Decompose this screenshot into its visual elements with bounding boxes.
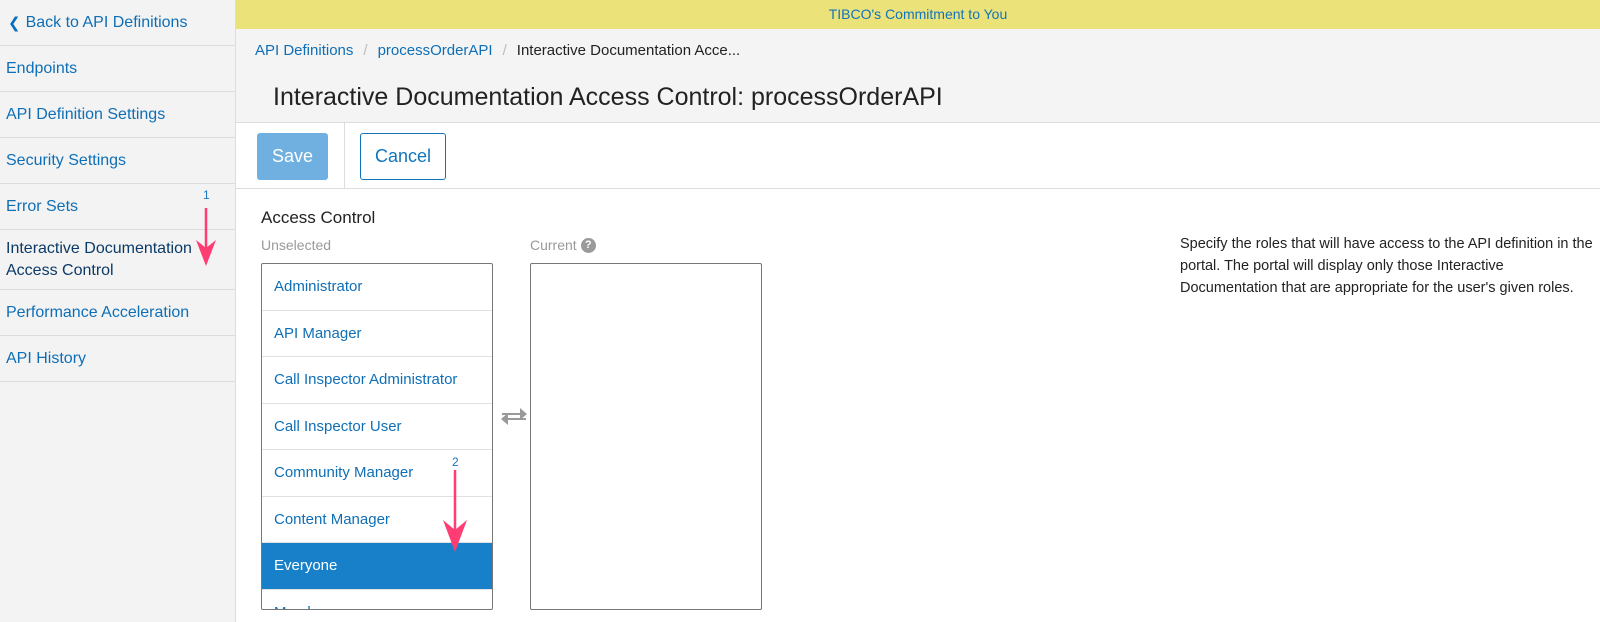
- sidebar-item-label: API History: [6, 349, 87, 367]
- sidebar-item-performance-acceleration[interactable]: Performance Acceleration: [0, 290, 235, 336]
- sidebar-item-endpoints[interactable]: Endpoints: [0, 46, 235, 92]
- list-item[interactable]: Administrator: [262, 264, 492, 311]
- current-label: Current: [530, 237, 577, 253]
- current-label-wrap: Current ?: [530, 237, 596, 253]
- list-item[interactable]: API Manager: [262, 311, 492, 357]
- sidebar-item-api-definition-settings[interactable]: API Definition Settings: [0, 92, 235, 138]
- breadcrumb-api-definitions[interactable]: API Definitions: [255, 42, 353, 59]
- commitment-banner[interactable]: TIBCO's Commitment to You: [236, 0, 1600, 29]
- toolbar: Save Cancel: [236, 123, 1600, 189]
- breadcrumb-separator: /: [363, 42, 368, 59]
- access-control-heading: Access Control: [261, 208, 376, 227]
- chevron-left-icon: ❮: [8, 14, 21, 32]
- sidebar-item-label: Endpoints: [6, 59, 78, 77]
- back-to-api-definitions-link[interactable]: ❮ Back to API Definitions: [0, 0, 235, 46]
- sidebar-item-security-settings[interactable]: Security Settings: [0, 138, 235, 184]
- banner-link[interactable]: TIBCO's Commitment to You: [829, 6, 1008, 22]
- sidebar-item-label: Security Settings: [6, 151, 127, 169]
- breadcrumb-current: Interactive Documentation Acce...: [516, 42, 741, 59]
- sidebar: ❮ Back to API Definitions Endpoints API …: [0, 0, 236, 622]
- list-item[interactable]: Member: [262, 590, 492, 610]
- question-icon[interactable]: ?: [580, 237, 596, 253]
- annotation-number-2: 2: [452, 455, 459, 469]
- sidebar-item-label: Performance Acceleration: [6, 303, 190, 321]
- list-item[interactable]: Call Inspector Administrator: [262, 357, 492, 404]
- save-button[interactable]: Save: [257, 133, 328, 180]
- breadcrumb: API Definitions / processOrderAPI / Interact…: [255, 42, 740, 59]
- current-roles-list[interactable]: [530, 263, 762, 610]
- back-link-label: Back to API Definitions: [25, 13, 188, 31]
- transfer-arrows-icon[interactable]: [500, 405, 528, 427]
- breadcrumb-processorderapi[interactable]: processOrderAPI: [378, 42, 493, 59]
- page-title: Interactive Documentation Access Control…: [273, 83, 943, 111]
- annotation-number-1: 1: [203, 188, 210, 202]
- annotation-arrow-2-icon: [443, 470, 467, 552]
- annotation-arrow-1-icon: [196, 208, 216, 266]
- sidebar-item-api-history[interactable]: API History: [0, 336, 235, 382]
- access-control-help-text: Specify the roles that will have access …: [1180, 236, 1593, 296]
- sidebar-item-label: API Definition Settings: [6, 105, 166, 123]
- page-header: API Definitions / processOrderAPI / Interact…: [236, 29, 1600, 123]
- unselected-roles-list[interactable]: Administrator API Manager Call Inspector…: [261, 263, 493, 610]
- breadcrumb-separator: /: [502, 42, 507, 59]
- sidebar-item-label: Error Sets: [6, 197, 79, 215]
- sidebar-item-label: Interactive Documentation Access Control: [6, 239, 192, 279]
- cancel-button[interactable]: Cancel: [360, 133, 446, 180]
- unselected-label: Unselected: [261, 237, 332, 253]
- list-item[interactable]: Call Inspector User: [262, 404, 492, 450]
- toolbar-divider: [344, 123, 345, 189]
